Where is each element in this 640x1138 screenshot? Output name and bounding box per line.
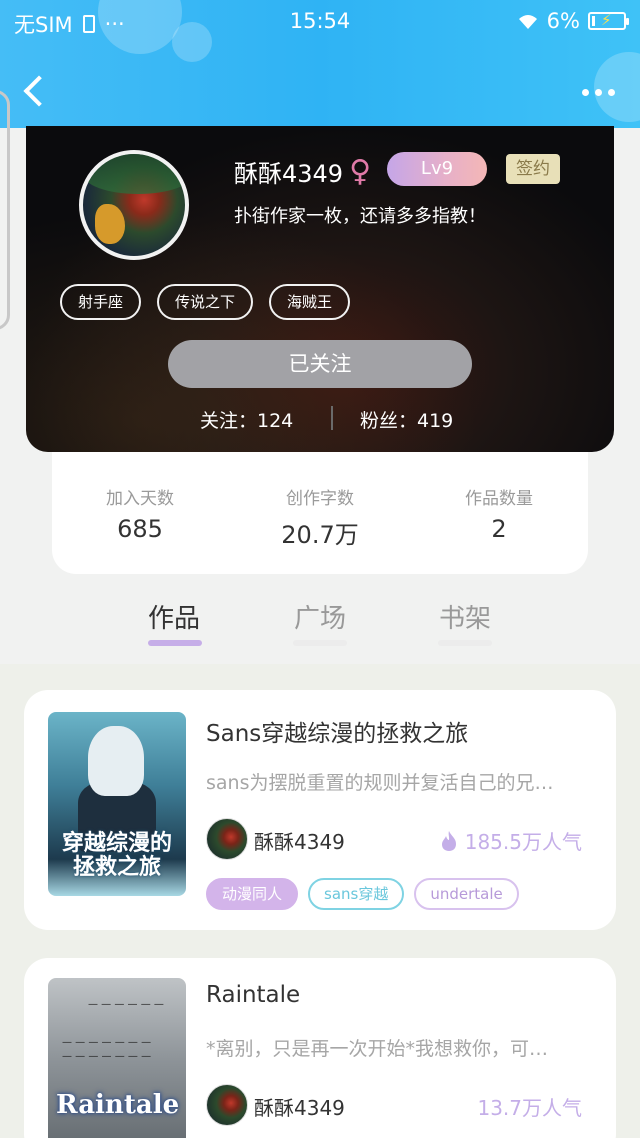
- book-description: sans为摆脱重置的规则并复活自己的兄…: [206, 772, 554, 794]
- female-icon: ♀: [349, 154, 372, 189]
- stat-word-count: 创作字数 20.7万: [230, 484, 410, 550]
- book-card[interactable]: — — — — — — — — — — — — — — — — — — — — R…: [24, 958, 616, 1138]
- stat-label: 加入天数: [106, 489, 174, 509]
- user-tag[interactable]: 海贼王: [269, 284, 351, 320]
- stat-works-count: 作品数量 2: [409, 484, 589, 543]
- divider: [331, 406, 333, 430]
- user-tags: 射手座 传说之下 海贼王: [60, 284, 351, 320]
- book-title[interactable]: Raintale: [206, 982, 300, 1008]
- username: 酥酥4349: [234, 160, 344, 188]
- signed-badge: 签约: [506, 154, 560, 184]
- book-tags: 动漫同人 sans穿越 undertale: [206, 878, 519, 910]
- status-bar: 无SIM ··· 15:54 6% ⚡: [0, 0, 640, 44]
- profile-card: 酥酥4349 ♀ Lv9 签约 扑街作家一枚，还请多多指教！ 射手座 传说之下 …: [26, 126, 614, 452]
- book-cover[interactable]: 穿越综漫的拯救之旅: [48, 712, 186, 896]
- top-header: 无SIM ··· 15:54 6% ⚡: [0, 0, 640, 128]
- book-tag[interactable]: 动漫同人: [206, 878, 299, 910]
- popularity: 13.7万人气: [477, 1092, 582, 1121]
- popularity: 185.5万人气: [441, 826, 582, 855]
- cover-title: 穿越综漫的拯救之旅: [61, 831, 172, 880]
- tab-works[interactable]: 作品: [124, 598, 224, 635]
- battery-icon: ⚡: [588, 11, 629, 30]
- stat-label: 创作字数: [286, 489, 354, 509]
- battery-percent: 6%: [546, 9, 580, 33]
- following-count[interactable]: 关注：124: [200, 406, 293, 433]
- cover-title: Raintale: [56, 1090, 180, 1120]
- user-bio: 扑街作家一枚，还请多多指教！: [234, 206, 486, 227]
- wifi-icon: [518, 15, 537, 29]
- stat-value: 20.7万: [281, 521, 359, 549]
- floating-edge-handle[interactable]: [0, 90, 10, 330]
- author-avatar: [206, 818, 248, 860]
- author-name: 酥酥4349: [254, 1096, 345, 1120]
- tab-bookshelf[interactable]: 书架: [415, 598, 515, 635]
- book-tag[interactable]: sans穿越: [308, 878, 405, 910]
- follow-button[interactable]: 已关注: [168, 340, 472, 388]
- stat-value: 2: [491, 515, 507, 543]
- book-tag[interactable]: undertale: [414, 878, 519, 910]
- book-description: *离别，只是再一次开始*我想救你，可…: [206, 1038, 549, 1060]
- author-avatar: [206, 1084, 248, 1126]
- username-row: 酥酥4349 ♀: [234, 154, 371, 189]
- stat-join-days: 加入天数 685: [50, 484, 230, 543]
- book-cover[interactable]: — — — — — — — — — — — — — — — — — — — — R…: [48, 978, 186, 1138]
- stats-card: 加入天数 685 创作字数 20.7万 作品数量 2: [52, 452, 588, 574]
- stat-label: 作品数量: [465, 489, 533, 509]
- tab-square[interactable]: 广场: [270, 598, 370, 635]
- tab-indicator: [293, 640, 347, 646]
- book-card[interactable]: 穿越综漫的拯救之旅 Sans穿越综漫的拯救之旅 sans为摆脱重置的规则并复活自…: [24, 690, 616, 930]
- user-tag[interactable]: 传说之下: [157, 284, 254, 320]
- author-name: 酥酥4349: [254, 830, 345, 854]
- book-title[interactable]: Sans穿越综漫的拯救之旅: [206, 714, 468, 748]
- fans-count[interactable]: 粉丝：419: [360, 406, 453, 433]
- flame-icon: [441, 830, 456, 851]
- cover-decor-text: — — — — — — — — — — — — — —: [62, 1037, 152, 1062]
- cover-decor-text: — — — — — —: [88, 999, 164, 1010]
- user-tag[interactable]: 射手座: [60, 284, 142, 320]
- level-badge: Lv9: [387, 152, 487, 186]
- tab-indicator: [438, 640, 492, 646]
- avatar[interactable]: [79, 150, 189, 260]
- more-options-button[interactable]: [578, 80, 618, 104]
- back-button[interactable]: [20, 72, 52, 112]
- popularity-value: 13.7万人气: [477, 1096, 582, 1120]
- popularity-value: 185.5万人气: [464, 830, 582, 854]
- tab-indicator: [148, 640, 202, 646]
- stat-value: 685: [117, 515, 163, 543]
